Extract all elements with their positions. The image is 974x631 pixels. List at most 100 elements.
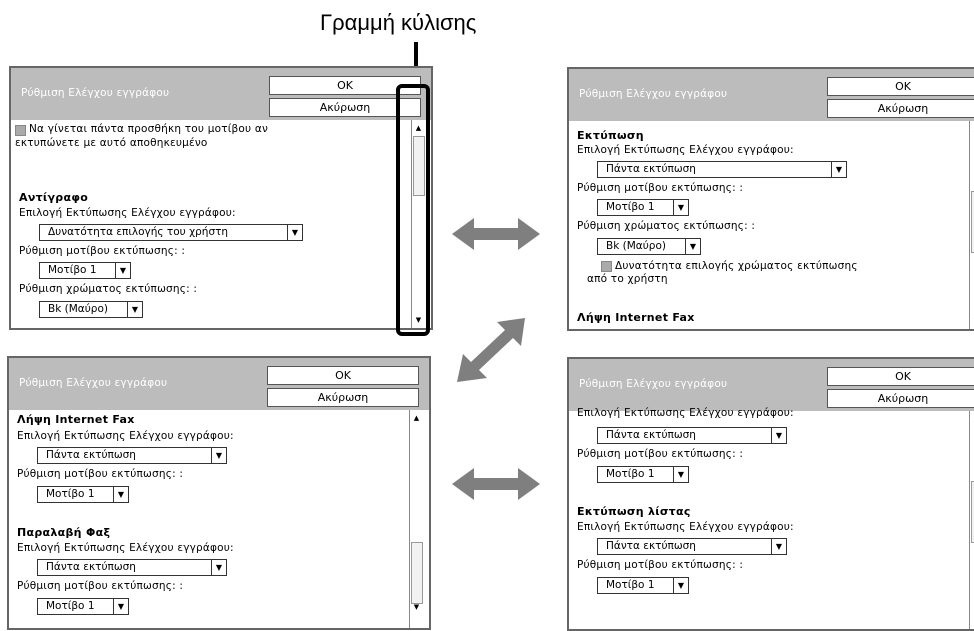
dropdown-value: Μοτίβο 1 [46,600,95,612]
color-label: Ρύθμιση χρώματος εκτύπωσης: : [19,283,198,295]
ok-button[interactable]: OK [827,367,974,386]
panel-title: Ρύθμιση Ελέγχου εγγράφου [579,378,728,390]
pattern-dropdown[interactable]: Μοτίβο 1 ▼ [37,598,129,615]
print-select-label: Επιλογή Εκτύπωσης Ελέγχου εγγράφου: [577,521,794,533]
dropdown-value: Πάντα εκτύπωση [46,449,136,461]
panel-header: Ρύθμιση Ελέγχου εγγράφου OK Ακύρωση [569,69,974,121]
chevron-down-icon: ▼ [211,448,226,463]
scroll-thumb[interactable] [411,542,423,604]
vertical-scrollbar[interactable]: ▲ [969,411,974,629]
chevron-down-icon: ▼ [673,200,688,215]
chevron-down-icon: ▼ [127,302,142,317]
panel-header: Ρύθμιση Ελέγχου εγγράφου OK Ακύρωση [11,68,431,120]
cancel-button[interactable]: Ακύρωση [827,389,974,408]
chevron-down-icon: ▼ [287,225,302,240]
dropdown-value: Μοτίβο 1 [48,264,97,276]
print-select-dropdown[interactable]: Δυνατότητα επιλογής του χρήστη ▼ [39,224,303,241]
panel-top-right: Ρύθμιση Ελέγχου εγγράφου OK Ακύρωση Εκτύ… [567,67,974,331]
print-select-label: Επιλογή Εκτύπωσης Ελέγχου εγγράφου: [577,144,794,156]
user-color-choice-checkbox[interactable] [601,261,612,272]
panel-body: Λήψη Internet Fax Επιλογή Εκτύπωσης Ελέγ… [9,410,429,628]
chevron-down-icon: ▼ [113,599,128,614]
section-title-internet-fax: Λήψη Internet Fax [577,311,695,324]
ok-button[interactable]: OK [267,366,419,385]
chevron-down-icon: ▼ [673,578,688,593]
double-arrow-diagonal-icon [457,318,525,382]
dropdown-value: Μοτίβο 1 [606,468,655,480]
chevron-down-icon: ▼ [831,162,846,177]
vertical-scrollbar[interactable]: ▲ ▼ [969,121,974,329]
panel-top-left: Ρύθμιση Ελέγχου εγγράφου OK Ακύρωση Να γ… [9,66,433,330]
pattern-dropdown[interactable]: Μοτίβο 1 ▼ [597,199,689,216]
panel-header: Ρύθμιση Ελέγχου εγγράφου OK Ακύρωση [9,358,429,410]
pattern-label: Ρύθμιση μοτίβου εκτύπωσης: : [577,182,744,194]
always-add-pattern-checkbox[interactable] [15,125,26,136]
pattern-label: Ρύθμιση μοτίβου εκτύπωσης: : [577,448,744,460]
checkbox-label-line2: εκτυπώνετε με αυτό αποθηκευμένο [15,137,208,149]
scroll-up-icon[interactable]: ▲ [970,123,974,135]
chevron-down-icon: ▼ [211,560,226,575]
checkbox-label-line2: από το χρήστη [587,273,668,285]
print-select-dropdown[interactable]: Πάντα εκτύπωση ▼ [597,427,787,444]
chevron-down-icon: ▼ [113,487,128,502]
cancel-button[interactable]: Ακύρωση [827,99,974,118]
dropdown-value: Πάντα εκτύπωση [606,163,696,175]
panel-title: Ρύθμιση Ελέγχου εγγράφου [19,377,168,389]
dropdown-value: Δυνατότητα επιλογής του χρήστη [48,226,229,238]
chevron-down-icon: ▼ [673,467,688,482]
dropdown-value: Bk (Μαύρο) [606,240,666,252]
section-title-copy: Αντίγραφο [19,191,89,204]
pattern-label: Ρύθμιση μοτίβου εκτύπωσης: : [17,468,184,480]
print-select-label: Επιλογή Εκτύπωσης Ελέγχου εγγράφου: [17,542,234,554]
panel-title: Ρύθμιση Ελέγχου εγγράφου [21,87,170,99]
chevron-down-icon: ▼ [771,539,786,554]
ok-button[interactable]: OK [827,77,974,96]
panel-body: Να γίνεται πάντα προσθήκη του μοτίβου αν… [11,120,431,328]
vertical-scrollbar[interactable]: ▲ ▼ [409,410,423,628]
dropdown-value: Πάντα εκτύπωση [606,540,696,552]
print-select-dropdown[interactable]: Πάντα εκτύπωση ▼ [597,161,847,178]
section-title-internet-fax: Λήψη Internet Fax [17,413,135,426]
dropdown-value: Μοτίβο 1 [606,201,655,213]
chevron-down-icon: ▼ [771,428,786,443]
pattern-dropdown[interactable]: Μοτίβο 1 ▼ [39,262,131,279]
scroll-down-icon[interactable]: ▼ [970,315,974,327]
print-select-label: Επιλογή Εκτύπωσης Ελέγχου εγγράφου: [19,207,236,219]
scrollbar-callout-label: Γραμμή κύλισης [320,10,477,35]
section-title-print: Εκτύπωση [577,129,644,142]
cancel-button[interactable]: Ακύρωση [267,388,419,407]
pattern-dropdown[interactable]: Μοτίβο 1 ▼ [597,466,689,483]
dropdown-value: Πάντα εκτύπωση [46,561,136,573]
print-select-dropdown[interactable]: Πάντα εκτύπωση ▼ [37,559,227,576]
pattern-dropdown[interactable]: Μοτίβο 1 ▼ [37,486,129,503]
panel-body: Επιλογή Εκτύπωσης Ελέγχου εγγράφου: Πάντ… [569,407,974,629]
dropdown-value: Πάντα εκτύπωση [606,429,696,441]
print-select-dropdown[interactable]: Πάντα εκτύπωση ▼ [37,447,227,464]
chevron-down-icon: ▼ [115,263,130,278]
print-select-dropdown[interactable]: Πάντα εκτύπωση ▼ [597,538,787,555]
dropdown-value: Μοτίβο 1 [606,579,655,591]
checkbox-label-line1: Δυνατότητα επιλογής χρώματος εκτύπωσης [615,260,858,272]
pattern-label: Ρύθμιση μοτίβου εκτύπωσης: : [19,245,186,257]
color-dropdown[interactable]: Bk (Μαύρο) ▼ [39,301,143,318]
print-select-label: Επιλογή Εκτύπωσης Ελέγχου εγγράφου: [17,430,234,442]
scroll-up-icon[interactable]: ▲ [410,412,423,424]
panel-bottom-left: Ρύθμιση Ελέγχου εγγράφου OK Ακύρωση Λήψη… [7,356,431,630]
color-label: Ρύθμιση χρώματος εκτύπωσης: : [577,220,756,232]
section-title-list-print: Εκτύπωση λίστας [577,505,691,518]
pattern-dropdown[interactable]: Μοτίβο 1 ▼ [597,577,689,594]
panel-body: Εκτύπωση Επιλογή Εκτύπωσης Ελέγχου εγγρά… [569,121,974,329]
panel-header: Ρύθμιση Ελέγχου εγγράφου OK Ακύρωση [569,359,974,411]
dropdown-value: Bk (Μαύρο) [48,303,108,315]
double-arrow-horizontal-top-icon [452,218,540,250]
scrollbar-highlight-frame [396,84,430,336]
checkbox-label-line1: Να γίνεται πάντα προσθήκη του μοτίβου αν [29,123,269,135]
pattern-label: Ρύθμιση μοτίβου εκτύπωσης: : [577,559,744,571]
panel-bottom-right: Ρύθμιση Ελέγχου εγγράφου OK Ακύρωση Επιλ… [567,357,974,631]
scroll-up-icon[interactable]: ▲ [970,413,974,425]
scroll-down-icon[interactable]: ▼ [410,601,423,613]
panel-title: Ρύθμιση Ελέγχου εγγράφου [579,88,728,100]
print-select-label: Επιλογή Εκτύπωσης Ελέγχου εγγράφου: [577,407,794,419]
chevron-down-icon: ▼ [685,239,700,254]
color-dropdown[interactable]: Bk (Μαύρο) ▼ [597,238,701,255]
